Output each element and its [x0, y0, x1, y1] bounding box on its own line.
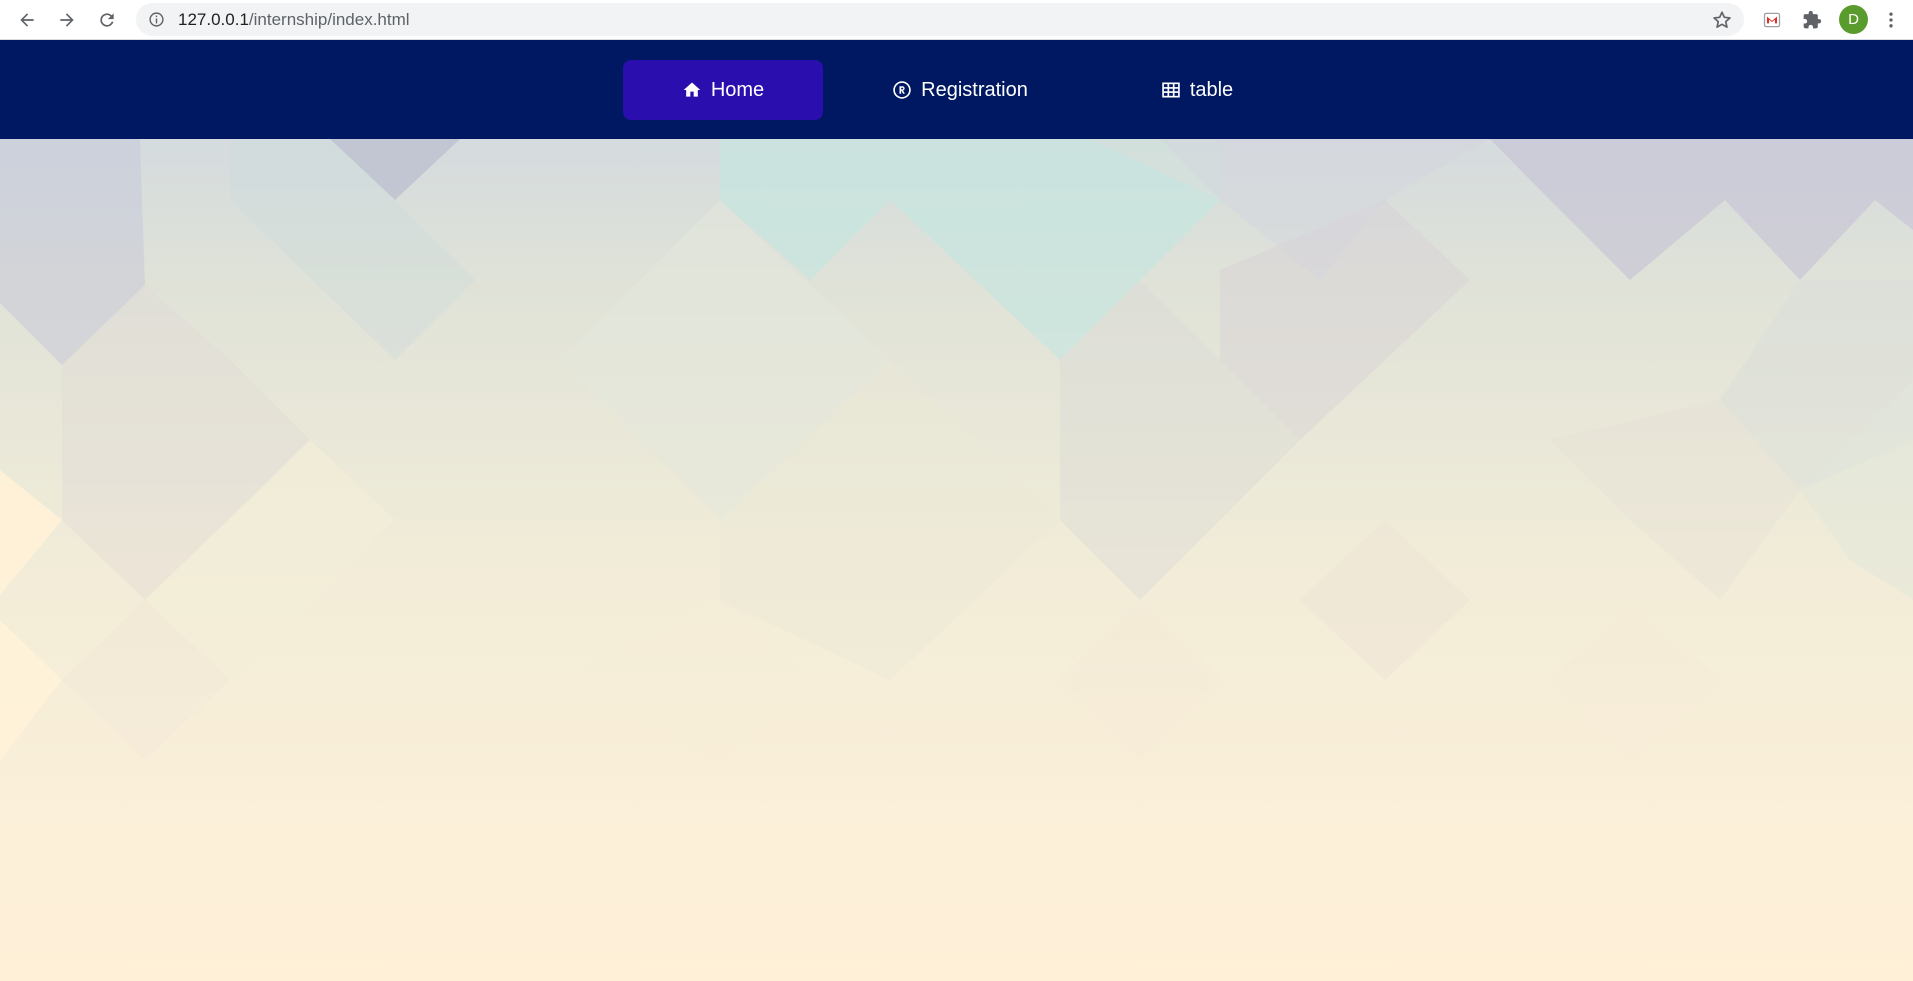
nav-registration-label: Registration	[921, 78, 1028, 101]
forward-arrow-icon[interactable]	[51, 4, 83, 36]
top-navbar: Home Registration table	[0, 40, 1913, 139]
url-text: 127.0.0.1/internship/index.html	[178, 10, 410, 30]
profile-avatar[interactable]: D	[1839, 5, 1868, 34]
nav-table[interactable]: table	[1140, 60, 1254, 120]
url-host: 127.0.0.1	[178, 10, 249, 29]
reload-icon[interactable]	[91, 4, 123, 36]
nav-registration[interactable]: Registration	[874, 60, 1046, 120]
page-body: Home Registration table	[0, 40, 1913, 981]
table-icon	[1161, 80, 1181, 100]
more-vert-icon[interactable]	[1877, 6, 1905, 34]
home-icon	[682, 80, 702, 100]
browser-toolbar: 127.0.0.1/internship/index.html D	[0, 0, 1913, 40]
bookmark-star-icon[interactable]	[1711, 9, 1733, 31]
back-arrow-icon[interactable]	[11, 4, 43, 36]
nav-table-label: table	[1189, 78, 1234, 101]
nav-home[interactable]: Home	[623, 60, 823, 120]
site-info-icon[interactable]	[148, 11, 165, 28]
extension-mail-icon[interactable]	[1758, 6, 1786, 34]
nav-home-label: Home	[710, 78, 765, 101]
registered-icon	[892, 80, 912, 100]
address-bar[interactable]: 127.0.0.1/internship/index.html	[136, 3, 1744, 36]
background-pattern	[0, 40, 1913, 981]
puzzle-extensions-icon[interactable]	[1798, 6, 1826, 34]
url-path: /internship/index.html	[248, 10, 410, 29]
